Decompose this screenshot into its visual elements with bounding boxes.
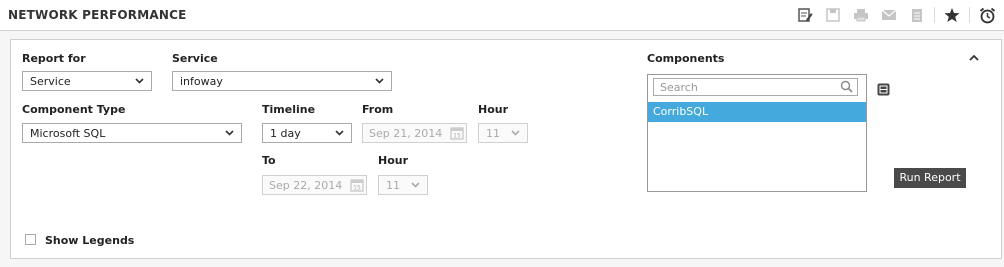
report-for-select[interactable]: Service	[22, 71, 152, 91]
svg-text:15: 15	[453, 133, 461, 140]
chevron-down-icon	[135, 78, 144, 84]
schedule-icon[interactable]	[976, 4, 998, 26]
components-label: Components	[647, 52, 725, 65]
favorite-icon[interactable]	[941, 4, 963, 26]
chevron-down-icon	[225, 130, 234, 136]
toolbar-divider	[969, 7, 970, 23]
component-type-select[interactable]: Microsoft SQL	[22, 123, 242, 143]
search-placeholder: Search	[660, 81, 698, 94]
components-list: Search CorribSQL	[647, 74, 867, 192]
from-hour-value: 11	[486, 127, 500, 140]
service-value: infoway	[180, 75, 223, 88]
timeline-label: Timeline	[262, 103, 316, 116]
select-all-icon[interactable]	[877, 83, 890, 96]
components-search-input[interactable]: Search	[653, 78, 858, 96]
to-hour-label: Hour	[378, 154, 409, 167]
mail-icon[interactable]	[878, 4, 900, 26]
toolbar	[788, 4, 998, 26]
show-legends-label: Show Legends	[45, 234, 135, 247]
pdf-icon[interactable]	[906, 4, 928, 26]
report-for-value: Service	[30, 75, 71, 88]
page-header: NETWORK PERFORMANCE	[0, 0, 1004, 31]
chevron-down-icon	[335, 130, 344, 136]
to-hour-value: 11	[386, 179, 400, 192]
report-for-label: Report for	[22, 52, 86, 65]
to-date-field[interactable]: Sep 22, 2014 15	[262, 175, 367, 195]
list-item[interactable]: CorribSQL	[648, 102, 866, 122]
to-hour-select[interactable]: 11	[378, 175, 428, 195]
chevron-down-icon	[411, 182, 420, 188]
from-hour-select[interactable]: 11	[478, 123, 528, 143]
service-select[interactable]: infoway	[172, 71, 392, 91]
toolbar-divider	[934, 7, 935, 23]
from-hour-label: Hour	[478, 103, 509, 116]
show-legends-checkbox[interactable]	[25, 234, 36, 245]
calendar-icon[interactable]: 15	[450, 126, 464, 140]
print-icon[interactable]	[850, 4, 872, 26]
search-icon	[840, 80, 853, 93]
calendar-icon[interactable]: 15	[350, 178, 364, 192]
svg-text:15: 15	[353, 185, 361, 192]
save-icon[interactable]	[822, 4, 844, 26]
to-label: To	[262, 154, 276, 167]
page-title: NETWORK PERFORMANCE	[8, 8, 187, 22]
run-report-button[interactable]: Run Report	[894, 168, 966, 188]
from-date-field[interactable]: Sep 21, 2014 15	[362, 123, 467, 143]
component-type-label: Component Type	[22, 103, 126, 116]
edit-report-icon[interactable]	[794, 4, 816, 26]
chevron-down-icon	[375, 78, 384, 84]
from-date-value: Sep 21, 2014	[369, 127, 443, 140]
from-label: From	[362, 103, 394, 116]
to-date-value: Sep 22, 2014	[269, 179, 343, 192]
collapse-chevron-icon[interactable]	[969, 54, 979, 61]
service-label: Service	[172, 52, 218, 65]
report-panel: Report for Service Service infoway Compo…	[10, 39, 1002, 259]
timeline-select[interactable]: 1 day	[262, 123, 352, 143]
component-type-value: Microsoft SQL	[30, 127, 106, 140]
timeline-value: 1 day	[270, 127, 301, 140]
chevron-down-icon	[511, 130, 520, 136]
